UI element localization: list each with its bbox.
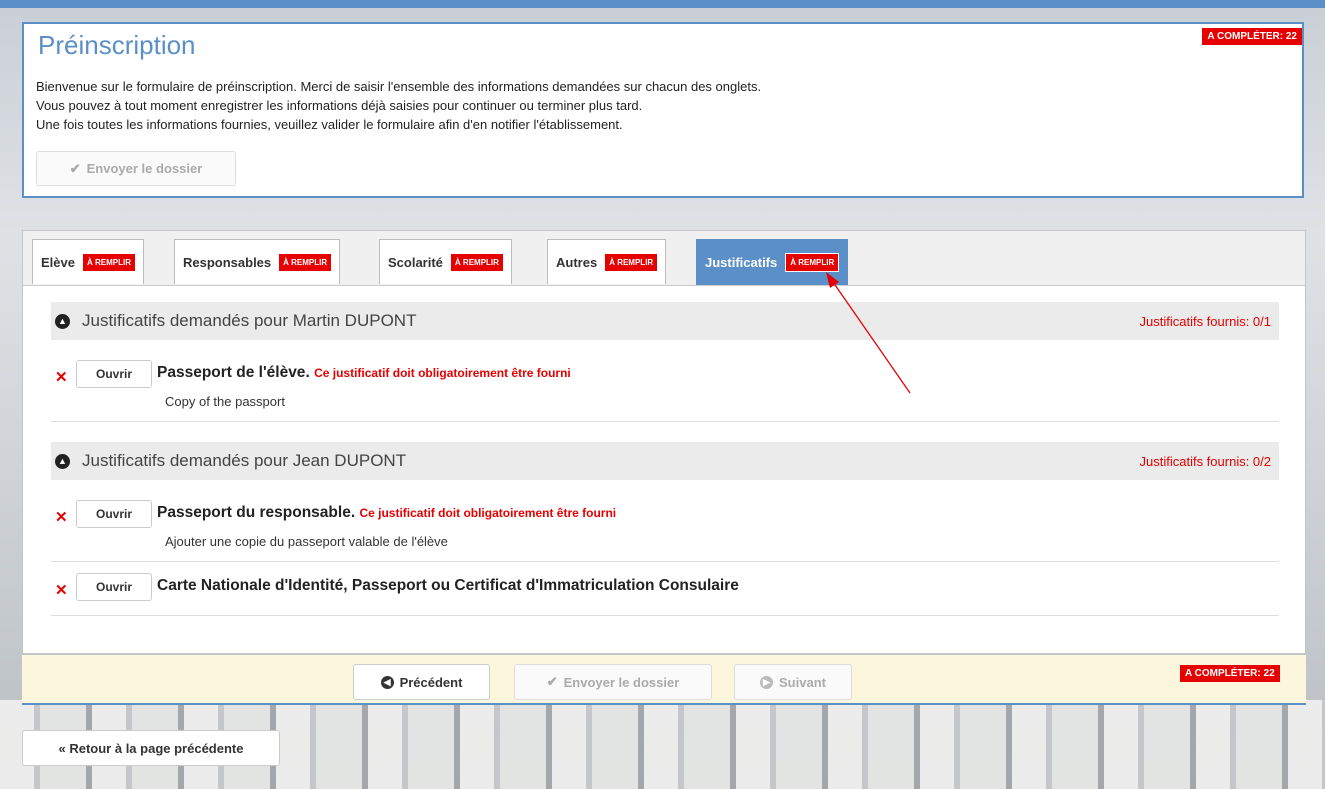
main-panel: Elève À REMPLIR Responsables À REMPLIR S… [22, 230, 1306, 654]
document-name: Carte Nationale d'Identité, Passeport ou… [157, 577, 739, 595]
intro-text: Bienvenue sur le formulaire de préinscri… [36, 77, 761, 134]
document-name: Passeport du responsable. Ce justificati… [157, 504, 617, 521]
document-title: Carte Nationale d'Identité, Passeport ou… [157, 577, 739, 594]
open-button[interactable]: Ouvrir [76, 573, 152, 601]
document-description: Ajouter une copie du passeport valable d… [165, 534, 448, 549]
completion-badge: A COMPLÉTER: 22 [1202, 28, 1302, 45]
document-row: ✕ Ouvrir Carte Nationale d'Identité, Pas… [51, 571, 1279, 616]
tab-justificatifs[interactable]: Justificatifs À REMPLIR [696, 239, 849, 285]
intro-panel: Préinscription A COMPLÉTER: 22 Bienvenue… [22, 22, 1304, 198]
completion-badge: A COMPLÉTER: 22 [1180, 665, 1280, 682]
arrow-left-icon: ◀ [380, 675, 394, 689]
page-title: Préinscription [38, 30, 196, 60]
top-strip [0, 0, 1325, 8]
document-title: Passeport du responsable [157, 504, 351, 521]
required-warning: Ce justificatif doit obligatoirement êtr… [314, 366, 571, 380]
footer-bar: ◀ Précédent ✔ Envoyer le dossier ▶ Suiva… [22, 655, 1306, 705]
next-button[interactable]: ▶ Suivant [734, 664, 852, 700]
provided-count: Justificatifs fournis: 0/2 [1139, 453, 1272, 469]
open-button[interactable]: Ouvrir [76, 360, 152, 388]
send-label: Envoyer le dossier [563, 674, 680, 690]
chevron-up-icon[interactable]: ▲ [55, 453, 70, 469]
required-warning: Ce justificatif doit obligatoirement êtr… [359, 506, 617, 520]
tabs-bar: Elève À REMPLIR Responsables À REMPLIR S… [23, 231, 1305, 286]
tab-label: Scolarité [388, 254, 443, 270]
missing-icon: ✕ [55, 509, 68, 526]
arrow-right-icon: ▶ [760, 675, 774, 689]
open-button[interactable]: Ouvrir [76, 500, 152, 528]
back-button[interactable]: « Retour à la page précédente [22, 730, 280, 766]
missing-icon: ✕ [55, 582, 68, 599]
missing-icon: ✕ [55, 369, 68, 386]
tab-autres[interactable]: Autres À REMPLIR [547, 239, 667, 284]
document-row: ✕ Ouvrir Passeport de l'élève. Ce justif… [51, 358, 1279, 422]
intro-line: Une fois toutes les informations fournie… [36, 117, 623, 132]
document-row: ✕ Ouvrir Passeport du responsable. Ce ju… [51, 498, 1279, 562]
tab-label: Justificatifs [705, 255, 778, 270]
required-badge: À REMPLIR [450, 253, 503, 271]
intro-line: Vous pouvez à tout moment enregistrer le… [36, 98, 643, 113]
send-dossier-button[interactable]: ✔ Envoyer le dossier [36, 151, 236, 186]
provided-count: Justificatifs fournis: 0/1 [1139, 313, 1272, 329]
send-dossier-label: Envoyer le dossier [86, 161, 203, 176]
next-label: Suivant [779, 674, 826, 690]
section-title: Justificatifs demandés pour Martin DUPON… [82, 311, 417, 330]
previous-button[interactable]: ◀ Précédent [353, 664, 490, 700]
chevron-up-icon[interactable]: ▲ [55, 313, 70, 329]
send-dossier-button-footer[interactable]: ✔ Envoyer le dossier [514, 664, 712, 700]
section-header-jean[interactable]: ▲ Justificatifs demandés pour Jean DUPON… [51, 442, 1279, 480]
tab-eleve[interactable]: Elève À REMPLIR [32, 239, 144, 284]
section-header-martin[interactable]: ▲ Justificatifs demandés pour Martin DUP… [51, 302, 1279, 340]
document-title: Passeport de l'élève [157, 364, 306, 381]
required-badge: À REMPLIR [785, 253, 840, 272]
section-title: Justificatifs demandés pour Jean DUPONT [82, 451, 407, 470]
tab-responsables[interactable]: Responsables À REMPLIR [174, 239, 341, 284]
previous-label: Précédent [399, 674, 463, 690]
check-icon: ✔ [69, 160, 81, 176]
required-badge: À REMPLIR [82, 253, 135, 271]
tab-label: Responsables [183, 254, 272, 270]
required-badge: À REMPLIR [605, 253, 658, 271]
tab-scolarite[interactable]: Scolarité À REMPLIR [379, 239, 512, 284]
document-name: Passeport de l'élève. Ce justificatif do… [157, 364, 571, 381]
check-icon: ✔ [546, 674, 558, 689]
tab-label: Elève [41, 254, 75, 270]
document-description: Copy of the passport [165, 394, 285, 409]
intro-line: Bienvenue sur le formulaire de préinscri… [36, 79, 762, 94]
tab-label: Autres [556, 254, 598, 270]
required-badge: À REMPLIR [279, 253, 332, 271]
